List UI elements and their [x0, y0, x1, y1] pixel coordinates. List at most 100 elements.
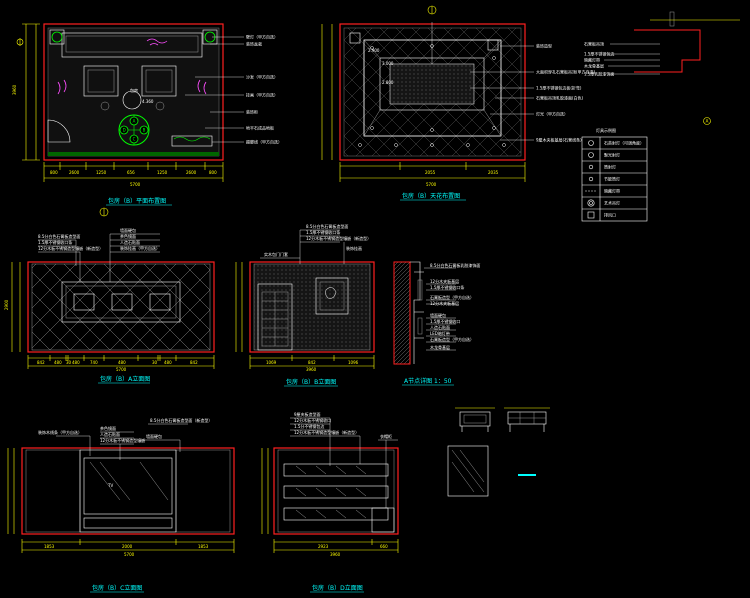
dim-total: 5700: [116, 367, 127, 372]
plan-title: 包房（B）平面布置图: [108, 197, 166, 205]
wood-slat-panel: [25, 449, 81, 533]
dim-label: 740: [90, 360, 98, 365]
detail-label: 暗藏灯带: [584, 57, 600, 63]
dim-total: 5700: [426, 182, 437, 187]
spotlight-icon: [588, 140, 594, 146]
dim-label: 2000: [122, 544, 133, 549]
dim-label: 2923: [318, 544, 329, 549]
ceiling-height: 3.000: [382, 61, 394, 66]
plan-label: 壁灯（甲方自选）: [246, 34, 278, 40]
dim-label: 1250: [96, 170, 107, 175]
elev-b-label: 12分木板不锈钢造型镶嵌（新造型）: [306, 235, 371, 241]
ceiling-view: 2.900 3.000 2.800 装饰造型 大面积穿孔石膏板吊顶(甲方自选) …: [321, 5, 596, 201]
detail-label: 石膏板吊顶: [584, 41, 604, 47]
plan-label: 挂画（甲方自选）: [246, 92, 278, 98]
detail-label: LED暗灯带: [430, 330, 450, 336]
tv-cabinet: [83, 517, 173, 529]
small-details: [447, 407, 550, 497]
elev-b-label: 实木包门门套: [264, 251, 288, 257]
detail-label: 12分木夹板基层: [430, 278, 459, 284]
dim-total: 3960: [12, 84, 17, 95]
elev-d-label: 12分木板不锈钢收口: [294, 417, 331, 423]
elev-d-label: 9厘夹板造型面: [294, 411, 321, 417]
dim-label: 480: [164, 360, 172, 365]
plan-label: 沙发（甲方自选）: [246, 74, 278, 80]
ceiling-height: 2.900: [368, 48, 380, 53]
dim-label: 2035: [488, 170, 499, 175]
detail-label: 石膏板造型（甲方自选）: [430, 336, 474, 342]
svg-text:A: A: [706, 119, 709, 124]
ceiling-label: 石膏板吊顶乳胶漆面(白色): [536, 95, 584, 101]
dim-label: 656: [127, 170, 135, 175]
dim-total: 3960: [306, 367, 317, 372]
plan-label: 踢脚线（甲方自选）: [246, 139, 282, 145]
ceiling-label: 装饰造型: [536, 43, 552, 49]
pendant-light-icon: [587, 199, 595, 207]
elev-c-title: 包房（B）C立面图: [92, 584, 142, 592]
dim-label: 1250: [157, 170, 168, 175]
dim-total: 5700: [124, 552, 135, 557]
detail-label: 石膏板造型（甲方自选）: [430, 294, 474, 300]
plan-table-value: 4.360: [142, 99, 154, 104]
detail-label: 墙面硬包: [430, 312, 446, 318]
downlight-icon: [588, 164, 594, 170]
dim-height: 2900: [4, 299, 9, 310]
elev-a-label: 茶色镜面: [120, 233, 136, 239]
elev-b-title: 包房（B）B立面图: [286, 378, 336, 386]
elev-c-label: 茶色镜面: [100, 425, 116, 431]
detail-label: 1.5厚不锈钢收口条: [430, 284, 464, 290]
ceiling-title: 包房（B）天花布置图: [402, 192, 460, 200]
detail-label: 1.5厚乳胶漆饰面: [584, 71, 614, 77]
tv-screen: [83, 457, 173, 515]
dim-label: 842: [308, 360, 316, 365]
elev-b-label: 8.5分白色石膏板造型面: [306, 223, 348, 229]
dim-label: 2600: [69, 170, 80, 175]
cad-drawing-sheet: 4.360 包房 A B C D 壁灯（甲方自选） 装饰盆栽 沙发（甲方自选） …: [4, 5, 740, 593]
compass-letter: B: [143, 128, 146, 133]
plan-view: 4.360 包房 A B C D 壁灯（甲方自选） 装饰盆栽 沙发（甲方自选） …: [12, 23, 282, 206]
elev-d-label: 1.5分不锈钢包边: [294, 423, 324, 429]
exhaust-icon: [587, 211, 595, 219]
dim-label: 800: [209, 170, 217, 175]
elev-d-label: 12分木板不锈钢造型镶嵌（新造型）: [294, 429, 359, 435]
compass-letter: D: [123, 128, 126, 133]
detail-label: 木龙骨基层: [430, 344, 450, 350]
elev-a-label: 人造石贴面: [120, 239, 140, 245]
dim-label: 480: [118, 360, 126, 365]
legend-item: 节能筒灯: [604, 176, 620, 182]
dim-label: 1853: [198, 544, 209, 549]
ceiling-height: 2.800: [382, 80, 394, 85]
elev-a-label: 12分木板不锈钢造型镶嵌（新造型）: [38, 245, 103, 251]
elev-a-label: 装饰挂画（甲方自选）: [120, 245, 160, 251]
dim-label: 660: [380, 544, 388, 549]
compass-letter: C: [133, 137, 136, 142]
elev-d-title: 包房（B）D立面图: [312, 584, 363, 592]
elev-a-title: 包房（B）A立面图: [100, 375, 150, 383]
dim-total: 5700: [130, 182, 141, 187]
dim-label: 480: [72, 360, 80, 365]
shelf: [283, 463, 389, 477]
legend-item: 聚光射灯: [604, 152, 620, 158]
soft-wall-panel: [31, 263, 211, 351]
detail-label: 8.5分白色石膏板乳胶漆饰面: [430, 262, 480, 268]
legend-title: 灯具示例图: [596, 127, 616, 133]
dim-label: 1853: [44, 544, 55, 549]
legend-item: 暗藏灯带: [604, 188, 620, 194]
shelf: [283, 507, 389, 521]
elev-c-label: 墙面硬包: [146, 433, 162, 439]
dim-label: 30: [66, 360, 72, 365]
elev-a-label: 8.5分白色石膏板造型面: [38, 233, 80, 239]
legend-item: 石英射灯（可调角度）: [604, 140, 644, 146]
elev-b-label: 装饰挂画: [346, 245, 362, 251]
ceiling-label: 1.5厚不锈钢包边板(折弯): [536, 85, 582, 91]
elevation-a: 8.5分白色石膏板造型面 1.5厚不锈钢收口条 12分木板不锈钢造型镶嵌（新造型…: [4, 207, 215, 384]
plan-label: 地平石成品地板: [246, 125, 274, 131]
legend-item: 排风口: [604, 212, 616, 218]
elevation-b: 8.5分白色石膏板造型面 1.5厚不锈钢收口条 12分木板不锈钢造型镶嵌（新造型…: [235, 223, 375, 387]
elev-b-label: 1.5厚不锈钢收口条: [306, 229, 340, 235]
compass-letter: A: [133, 119, 136, 124]
dim-label: 30: [152, 360, 158, 365]
detail-title: A节点详图 1：50: [404, 377, 452, 385]
legend-item: 艺术吊灯: [604, 200, 620, 206]
spotlight-icon: [588, 152, 594, 158]
